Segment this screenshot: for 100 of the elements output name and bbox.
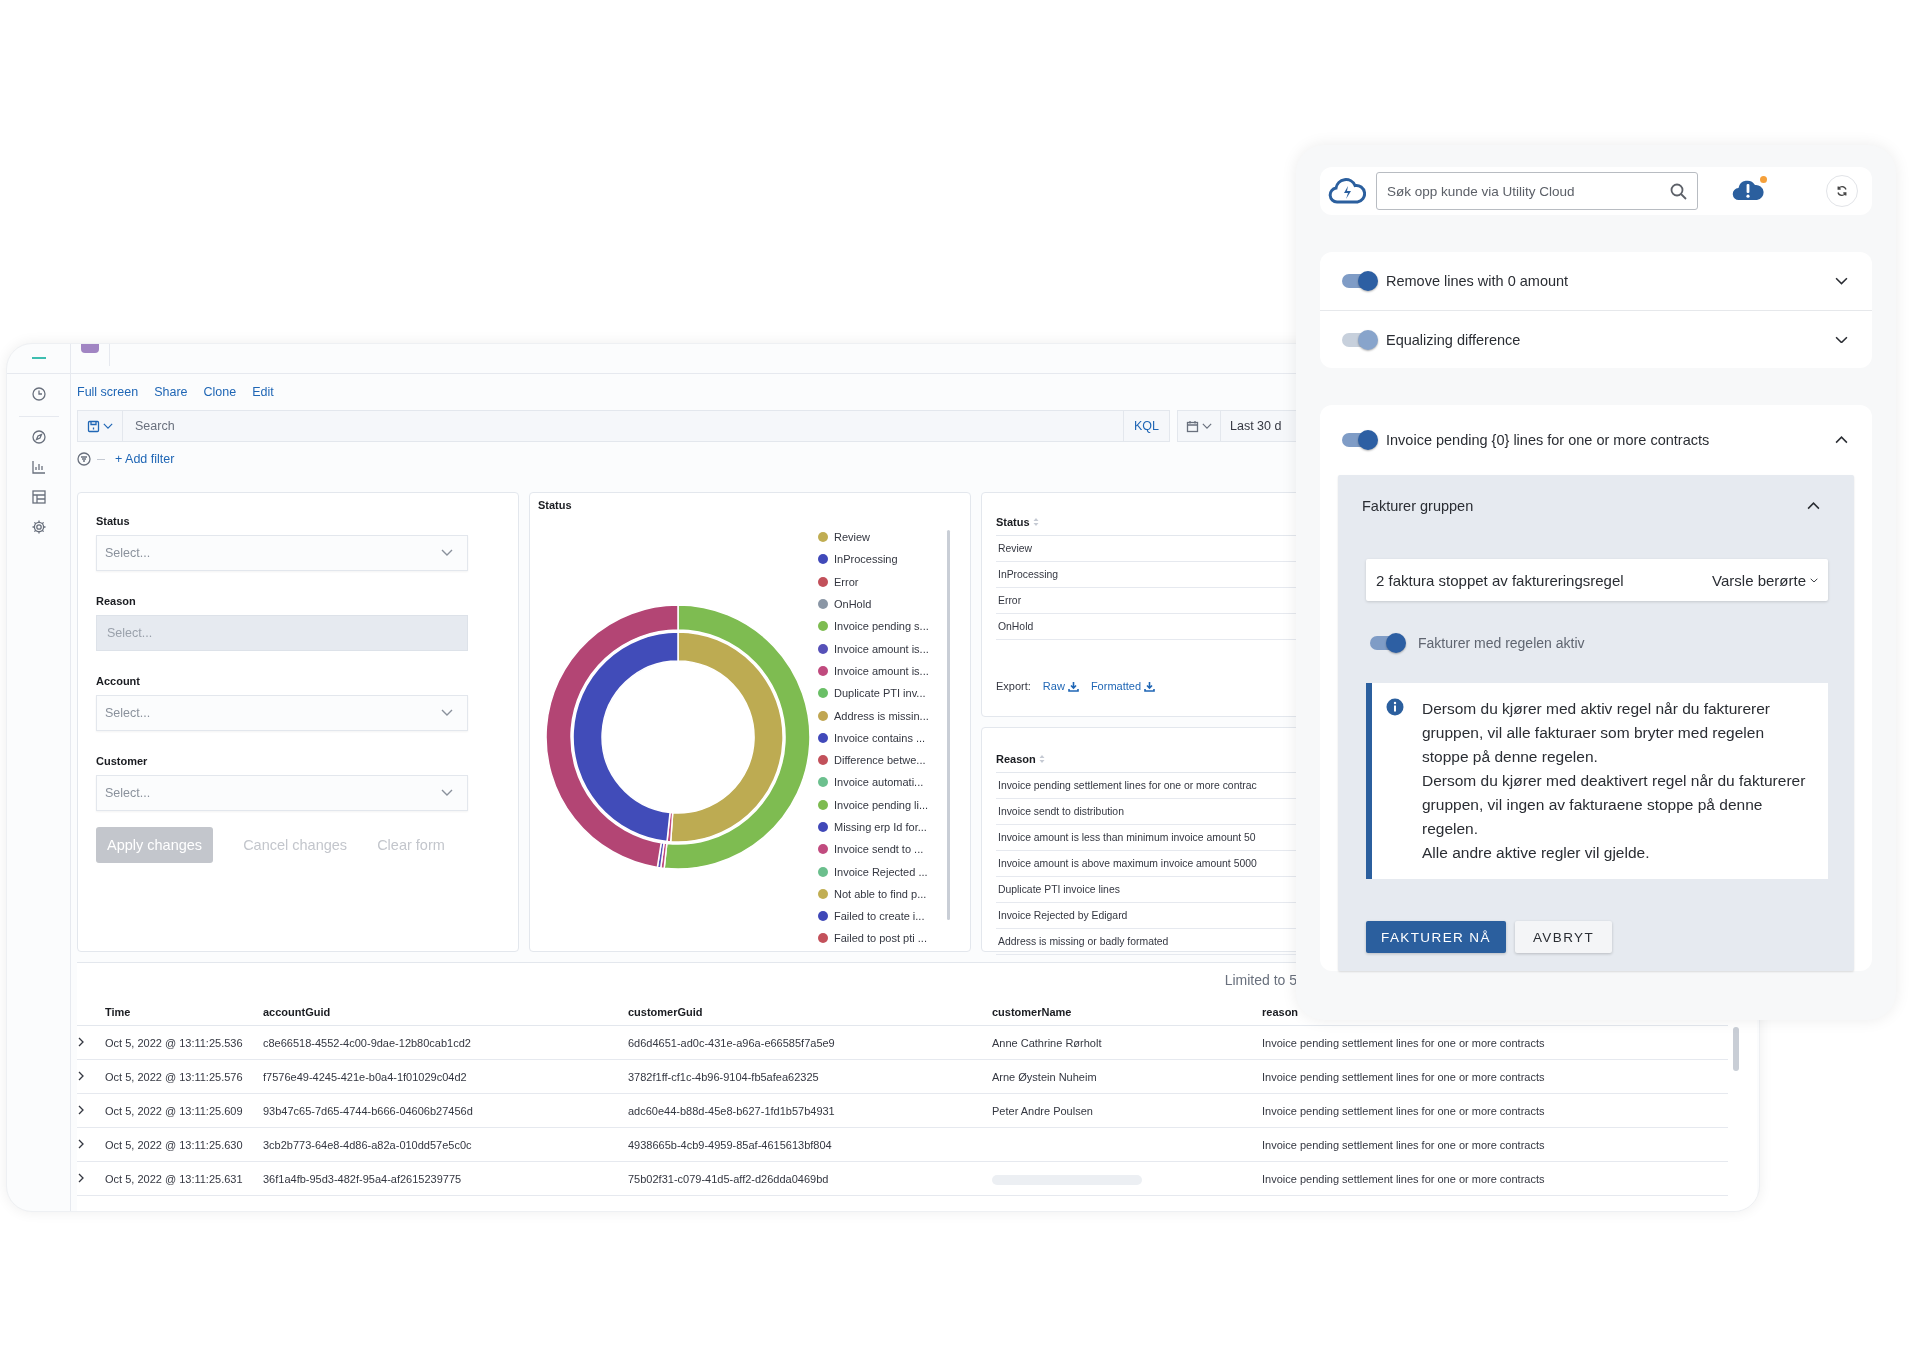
table-cell: 3cb2b773-64e8-4d86-a82a-010dd57e5c0c <box>263 1138 472 1151</box>
table-cell: 36f1a4fb-95d3-482f-95a4-af2615239775 <box>263 1172 462 1185</box>
table-cell: c8e66518-4552-4c00-9dae-12b80cab1cd2 <box>263 1036 471 1049</box>
add-filter-link[interactable]: + Add filter <box>115 452 175 466</box>
scrollbar[interactable] <box>1733 1027 1739 1071</box>
search-icon <box>1670 182 1687 200</box>
expand-icon[interactable] <box>77 1172 85 1183</box>
caret-icon <box>1202 423 1212 429</box>
dashboard-icon <box>30 489 47 505</box>
save-icon <box>87 419 100 433</box>
table-cell: Oct 5, 2022 @ 13:11:25.631 <box>105 1172 243 1185</box>
table-cell: Invoice pending settlement lines for one or more contracts <box>1262 1104 1545 1117</box>
scrollbar[interactable] <box>947 530 950 920</box>
caret-icon <box>103 423 113 429</box>
table-cell: Anne Cathrine Rørholt <box>992 1036 1102 1049</box>
refresh-button[interactable] <box>1826 175 1858 207</box>
table-cell: f7576e49-4245-421e-b0a4-1f01029c04d2 <box>263 1070 467 1083</box>
expand-icon[interactable] <box>77 1104 85 1115</box>
logo-mark <box>31 357 46 359</box>
toggle-switch[interactable] <box>1342 274 1376 288</box>
legend-label[interactable]: Failed to create i... <box>834 910 925 923</box>
legend-label[interactable]: Error <box>834 575 859 588</box>
expand-icon[interactable] <box>77 1036 85 1047</box>
export-link[interactable]: Formatted <box>1090 680 1155 692</box>
compass-icon <box>30 429 47 445</box>
table-cell: Review <box>998 543 1033 554</box>
table-cell: 3782f1ff-cf1c-4b96-9104-fb5afea62325 <box>628 1070 819 1083</box>
rule-label: Invoice pending {0} lines for one or more contracts <box>1386 432 1711 448</box>
column-header[interactable]: customerGuid <box>628 1006 703 1018</box>
select-field: Select... <box>96 615 468 651</box>
legend-label[interactable]: Review <box>834 531 871 544</box>
legend-label[interactable]: Invoice Rejected ... <box>834 865 928 878</box>
caret-icon <box>1810 577 1818 583</box>
legend-label[interactable]: Missing erp Id for... <box>834 821 927 833</box>
legend-label[interactable]: Invoice pending s... <box>834 620 929 633</box>
export-label: Export: <box>996 680 1031 692</box>
info-icon <box>1386 698 1404 716</box>
legend-label[interactable]: Invoice amount is... <box>834 642 929 655</box>
caret-icon <box>441 789 453 797</box>
legend-label[interactable]: Duplicate PTI inv... <box>834 687 926 700</box>
legend-label[interactable]: InProcessing <box>834 553 898 566</box>
column-header[interactable]: Time <box>105 1006 131 1018</box>
caret-icon <box>441 709 453 717</box>
field-label: Account <box>96 675 141 689</box>
top-nav-link[interactable]: Edit <box>252 385 274 399</box>
top-nav-link[interactable]: Share <box>154 385 188 399</box>
column-header[interactable]: Status <box>996 516 1030 528</box>
legend-label[interactable]: Difference betwe... <box>834 754 926 767</box>
legend-label[interactable]: Address is missin... <box>834 709 929 722</box>
export-link[interactable]: Raw <box>1042 680 1079 692</box>
table-cell: Invoice sendt to distribution <box>998 806 1124 817</box>
field-label: Customer <box>96 755 149 769</box>
legend-label[interactable]: Invoice contains ... <box>834 731 926 744</box>
rule-label: Equalizing difference <box>1386 331 1522 348</box>
table-cell: Arne Øystein Nuheim <box>992 1070 1097 1083</box>
legend-label[interactable]: Invoice pending li... <box>834 798 929 811</box>
field-label: Status <box>96 515 131 529</box>
table-cell: Invoice pending settlement lines for one or more contracts <box>1262 1070 1545 1083</box>
table-cell: Invoice amount is less than minimum invoice amount 50 <box>998 832 1256 843</box>
table-cell: InProcessing <box>998 569 1059 580</box>
legend-label[interactable]: OnHold <box>834 598 872 611</box>
search-bar[interactable]: Search KQL <box>77 410 1170 442</box>
search-field[interactable]: Søk opp kunde via Utility Cloud <box>1376 172 1698 210</box>
toggle-switch[interactable] <box>1370 636 1404 650</box>
caret-icon <box>441 549 453 557</box>
toggle-switch[interactable] <box>1342 433 1376 447</box>
table-cell: Duplicate PTI invoice lines <box>998 884 1120 895</box>
legend-label[interactable]: Not able to find p... <box>834 887 927 900</box>
table-cell: Oct 5, 2022 @ 13:11:25.630 <box>105 1138 243 1151</box>
expand-icon[interactable] <box>77 1138 85 1149</box>
legend-label[interactable]: Invoice sendt to ... <box>834 843 924 856</box>
cancel-button[interactable]: AVBRYT <box>1514 921 1613 953</box>
download-icon <box>1144 680 1155 692</box>
section-title: Fakturer gruppen <box>1362 498 1474 514</box>
column-header[interactable]: reason <box>1262 1006 1299 1018</box>
submit-button[interactable]: FAKTURER NÅ <box>1366 921 1506 953</box>
notify-dropdown[interactable]: Varsle berørte <box>1712 571 1818 589</box>
column-header[interactable]: accountGuid <box>263 1006 331 1018</box>
info-text: Dersom du kjører med deaktivert regel når du fakturerer gruppen, vil ingen av fakturaene stoppe på denne regelen. <box>1422 771 1807 839</box>
column-header[interactable]: Reason <box>996 753 1036 765</box>
info-text: Dersom du kjører med aktiv regel når du fakturerer gruppen, vil alle fakturaer som bryter med regelen stoppe på denne regelen. <box>1422 699 1772 767</box>
top-nav-link[interactable]: Clone <box>203 385 237 399</box>
bar-chart-icon <box>30 459 47 475</box>
column-header[interactable]: customerName <box>992 1006 1072 1018</box>
rule-label: Remove lines with 0 amount <box>1386 273 1570 289</box>
legend-label[interactable]: Invoice amount is... <box>834 664 929 677</box>
expand-icon[interactable] <box>77 1070 85 1081</box>
table-cell: Invoice Rejected by Edigard <box>998 910 1128 921</box>
chart-title: Status <box>538 499 573 511</box>
table-cell: Oct 5, 2022 @ 13:11:25.536 <box>105 1036 243 1049</box>
top-nav-link[interactable]: Full screen <box>77 385 139 399</box>
field-label: Reason <box>96 595 137 609</box>
table-cell: 6d6d4651-ad0c-431e-a96a-e66585f7a5e9 <box>628 1036 835 1049</box>
table-cell: 4938665b-4cb9-4959-85af-4615613bf804 <box>628 1138 832 1151</box>
toggle-label: Fakturer med regelen aktiv <box>1418 635 1585 651</box>
clock-icon <box>30 386 47 402</box>
legend-label[interactable]: Invoice automati... <box>834 776 924 789</box>
filter-icon <box>77 452 91 466</box>
legend-label[interactable]: Failed to post pti ... <box>834 932 927 945</box>
table-cell: Invoice pending settlement lines for one or more contracts <box>1262 1036 1545 1049</box>
